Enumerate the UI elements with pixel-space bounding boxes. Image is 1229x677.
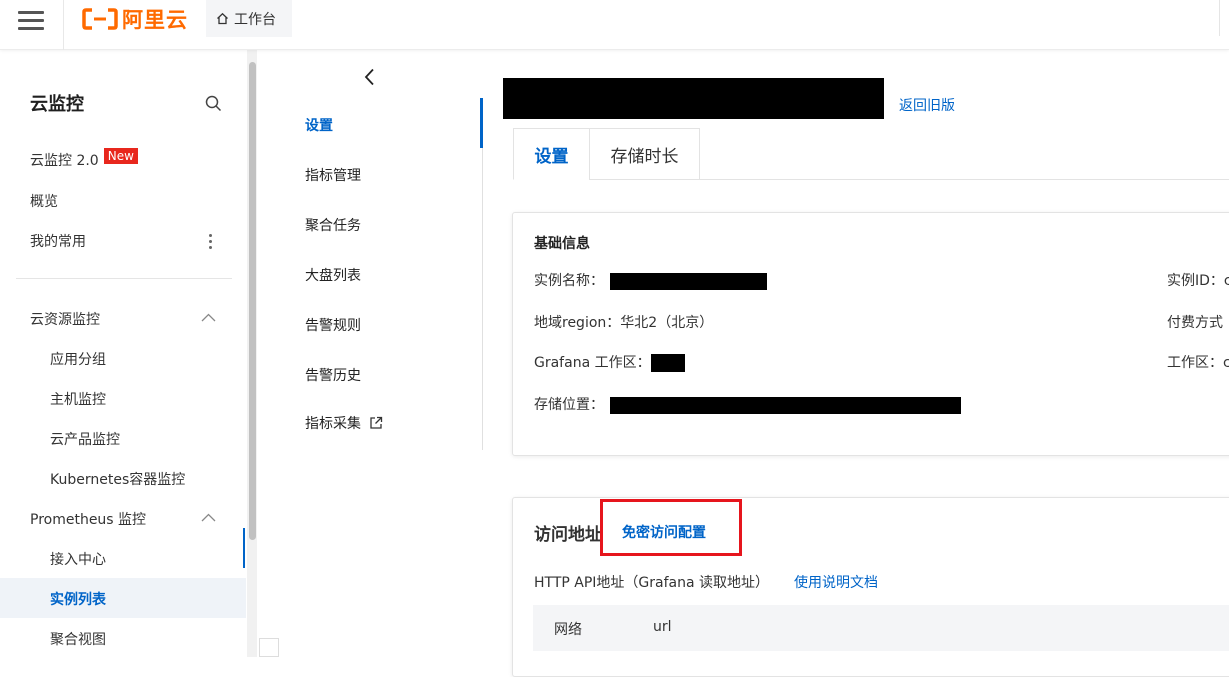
- sidebar-item-favorites[interactable]: 我的常用: [30, 231, 86, 251]
- subnav-active-indicator: [480, 98, 483, 148]
- subnav-item-label: 指标采集: [305, 416, 361, 432]
- tab-underline: [699, 179, 1229, 180]
- usage-doc-link[interactable]: 使用说明文档: [794, 572, 878, 592]
- instance-name-label: 实例名称：: [534, 273, 604, 289]
- sidebar-group-prometheus[interactable]: Prometheus 监控: [30, 509, 146, 529]
- sidebar-divider: [16, 278, 232, 279]
- storage-location-row: 存储位置：: [534, 394, 961, 414]
- access-address-title: 访问地址: [534, 525, 602, 545]
- workspace-value: c: [1223, 355, 1229, 371]
- workbench-button[interactable]: 工作台: [206, 0, 292, 37]
- topbar-right-edge: [1219, 0, 1229, 36]
- subnav-alert-history[interactable]: 告警历史: [305, 365, 361, 385]
- region-label: 地域region：: [534, 315, 621, 331]
- basic-info-title: 基础信息: [534, 236, 590, 252]
- topbar-divider: [63, 0, 64, 50]
- workspace-row: 工作区：c: [1167, 352, 1229, 372]
- highlight-box: [600, 499, 742, 556]
- home-icon: [217, 12, 228, 25]
- sidebar-item-overview[interactable]: 概览: [30, 191, 58, 211]
- sidebar-item-instance-list[interactable]: 实例列表: [50, 589, 106, 609]
- region-value: 华北2（北京）: [620, 315, 714, 331]
- subnav-settings[interactable]: 设置: [305, 115, 333, 135]
- column-header-network: 网络: [554, 622, 582, 638]
- sidebar-active-highlight: [0, 578, 246, 618]
- column-header-url: url: [653, 619, 672, 635]
- billing-method-label: 付费方式: [1167, 315, 1223, 331]
- top-bar: 阿里云 工作台: [0, 0, 1229, 50]
- instance-subnav: 设置 指标管理 聚合任务 大盘列表 告警规则 告警历史 指标采集: [278, 50, 483, 657]
- region-row: 地域region：华北2（北京）: [534, 312, 713, 332]
- menu-icon[interactable]: [18, 8, 46, 30]
- sidebar-item-cloud-product[interactable]: 云产品监控: [50, 429, 120, 449]
- search-icon[interactable]: [205, 95, 222, 112]
- subnav-aggregate-tasks[interactable]: 聚合任务: [305, 215, 361, 235]
- sidebar: 云监控 云监控 2.0 New 概览 我的常用 云资源监控 应用分组 主机监控 云…: [0, 50, 246, 657]
- grafana-workspace-label: Grafana 工作区：: [534, 355, 651, 371]
- aliyun-logo-icon: [82, 8, 118, 30]
- storage-location-redacted: [610, 396, 961, 414]
- sidebar-item-access-center[interactable]: 接入中心: [50, 549, 106, 569]
- grafana-workspace-row: Grafana 工作区：: [534, 352, 685, 372]
- subnav-metric-collection[interactable]: 指标采集: [305, 413, 383, 433]
- chevron-up-icon[interactable]: [201, 313, 216, 322]
- subnav-dashboards[interactable]: 大盘列表: [305, 265, 361, 285]
- basic-info-card: 基础信息 实例名称： 地域region：华北2（北京） Grafana 工作区：…: [512, 212, 1229, 456]
- sidebar-title: 云监控: [30, 94, 84, 115]
- logo-text: 阿里云: [122, 8, 188, 32]
- sidebar-item-cloudmonitor2[interactable]: 云监控 2.0 New: [30, 148, 138, 170]
- url-table-header: 网络 url: [533, 605, 1229, 651]
- instance-id-row: 实例ID：c: [1167, 270, 1229, 290]
- sidebar-active-indicator: [243, 528, 245, 568]
- instance-id-label: 实例ID：: [1167, 273, 1224, 289]
- scroll-down-arrow[interactable]: [259, 638, 279, 657]
- sidebar-item-kubernetes[interactable]: Kubernetes容器监控: [50, 469, 185, 489]
- tab-settings[interactable]: 设置: [513, 128, 590, 180]
- sidebar-item-app-group[interactable]: 应用分组: [50, 349, 106, 369]
- instance-title-redacted: [503, 78, 884, 119]
- instance-name-redacted: [610, 272, 767, 290]
- aliyun-logo[interactable]: 阿里云: [82, 4, 188, 34]
- sidebar-item-aggregate-view[interactable]: 聚合视图: [50, 629, 106, 649]
- more-options-icon[interactable]: [209, 234, 212, 252]
- subnav-divider: [482, 100, 483, 450]
- sidebar-scrollbar-thumb[interactable]: [249, 62, 256, 540]
- external-link-icon: [370, 416, 383, 429]
- sidebar-group-cloud-resource[interactable]: 云资源监控: [30, 309, 100, 329]
- subnav-alert-rules[interactable]: 告警规则: [305, 315, 361, 335]
- workbench-label: 工作台: [234, 11, 276, 28]
- grafana-workspace-redacted: [650, 354, 685, 372]
- storage-location-label: 存储位置：: [534, 397, 604, 413]
- workspace-label: 工作区：: [1167, 355, 1223, 371]
- sidebar-item-label: 云监控 2.0: [30, 153, 99, 169]
- back-to-old-version-link[interactable]: 返回旧版: [899, 95, 955, 115]
- chevron-up-icon[interactable]: [201, 513, 216, 522]
- subnav-metrics[interactable]: 指标管理: [305, 165, 361, 185]
- sidebar-item-host-monitor[interactable]: 主机监控: [50, 389, 106, 409]
- instance-id-value: c: [1223, 273, 1229, 289]
- http-api-label: HTTP API地址（Grafana 读取地址）: [534, 575, 770, 591]
- instance-name-row: 实例名称：: [534, 270, 767, 290]
- tab-storage-duration[interactable]: 存储时长: [589, 128, 700, 180]
- new-badge: New: [103, 148, 138, 164]
- chevron-left-icon[interactable]: [363, 68, 375, 86]
